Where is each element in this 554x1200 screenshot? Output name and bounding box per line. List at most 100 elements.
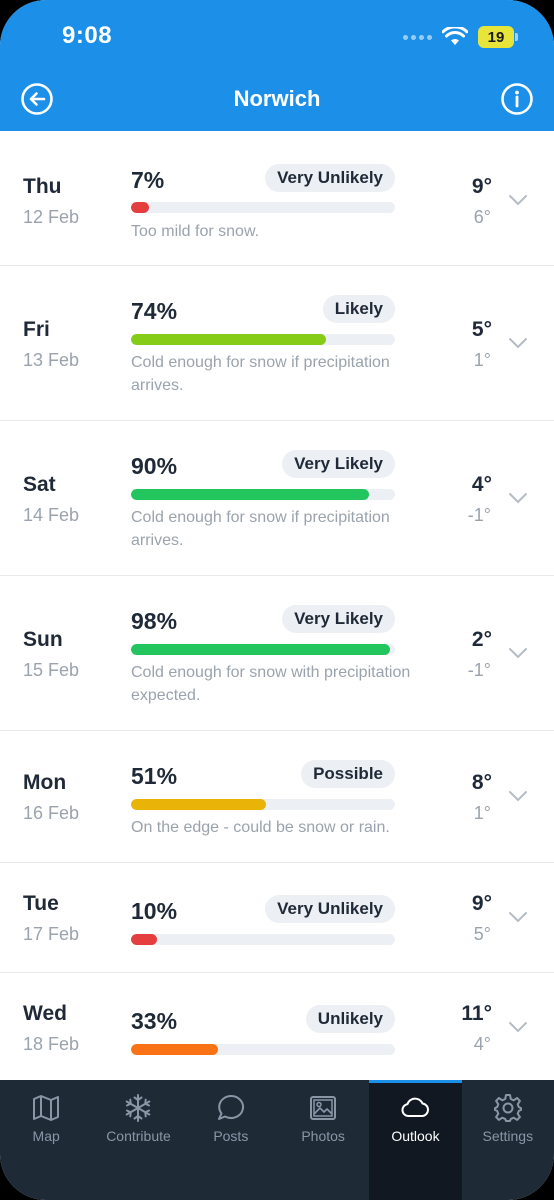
day-date: 18 Feb xyxy=(23,1034,80,1054)
chevron-down-icon[interactable] xyxy=(508,1021,528,1033)
likelihood-badge: Very Likely xyxy=(282,450,395,478)
probability-bar xyxy=(131,489,395,500)
tab-label: Photos xyxy=(301,1128,345,1144)
battery-icon: 19 xyxy=(478,26,518,48)
probability-bar-fill xyxy=(131,644,390,655)
app-header: 9:08 19 Norwich xyxy=(0,0,554,131)
snow-probability: 98% xyxy=(131,608,178,634)
tab-photos[interactable]: Photos xyxy=(277,1080,369,1200)
low-temp: 1° xyxy=(473,803,491,823)
day-name: Mon xyxy=(23,771,67,794)
tab-label: Settings xyxy=(482,1128,534,1144)
probability-bar xyxy=(131,934,395,945)
probability-bar xyxy=(131,202,395,213)
probability-bar-fill xyxy=(131,934,158,945)
chevron-down-icon[interactable] xyxy=(508,790,528,802)
tab-settings[interactable]: Settings xyxy=(462,1080,554,1200)
day-date: 17 Feb xyxy=(23,924,80,944)
chevron-down-icon[interactable] xyxy=(508,337,528,349)
day-row-sat[interactable]: Sat 14 Feb 90% Very Likely Cold enough f… xyxy=(0,421,554,576)
snow-probability: 74% xyxy=(131,298,178,324)
low-temp: -1° xyxy=(467,660,491,680)
snow-description: On the edge - could be snow or rain. xyxy=(131,819,390,836)
day-date: 15 Feb xyxy=(23,660,80,680)
signal-icon xyxy=(403,34,432,40)
probability-bar-fill xyxy=(131,1044,219,1055)
chevron-down-icon[interactable] xyxy=(508,911,528,923)
low-temp: 1° xyxy=(473,350,491,370)
day-name: Fri xyxy=(23,318,50,341)
snow-description: Cold enough for snow if precipitation ar… xyxy=(131,354,390,394)
day-row-wed[interactable]: Wed 18 Feb 33% Unlikely 11° 4° xyxy=(0,973,554,1083)
high-temp: 8° xyxy=(471,771,492,794)
snow-probability: 90% xyxy=(131,453,178,479)
day-name: Sat xyxy=(23,473,56,496)
probability-bar xyxy=(131,334,395,345)
cloud-icon xyxy=(401,1097,430,1117)
low-temp: 6° xyxy=(473,207,491,227)
day-row-tue[interactable]: Tue 17 Feb 10% Very Unlikely 9° 5° xyxy=(0,863,554,973)
info-button[interactable] xyxy=(500,82,534,116)
day-date: 16 Feb xyxy=(23,803,80,823)
chevron-down-icon[interactable] xyxy=(508,194,528,206)
phone-screen: 9:08 19 Norwich Thu 12 Feb 7% Very Unlik… xyxy=(0,0,554,1200)
chevron-down-icon[interactable] xyxy=(508,492,528,504)
probability-bar-fill xyxy=(131,202,150,213)
day-row-thu[interactable]: Thu 12 Feb 7% Very Unlikely Too mild for… xyxy=(0,131,554,266)
day-row-sun[interactable]: Sun 15 Feb 98% Very Likely Cold enough f… xyxy=(0,576,554,731)
high-temp: 11° xyxy=(461,1002,492,1025)
chat-bubble-icon xyxy=(217,1094,244,1120)
day-name: Sun xyxy=(23,628,63,651)
wifi-icon xyxy=(442,27,468,45)
probability-bar-fill xyxy=(131,799,266,810)
probability-bar xyxy=(131,1044,395,1055)
photo-icon xyxy=(310,1096,337,1120)
low-temp: -1° xyxy=(467,505,491,525)
tab-posts[interactable]: Posts xyxy=(185,1080,277,1200)
snow-probability: 7% xyxy=(131,167,165,193)
likelihood-badge: Possible xyxy=(301,760,395,788)
info-circle-icon xyxy=(501,83,533,115)
tab-contribute[interactable]: Contribute xyxy=(92,1080,184,1200)
snow-description: Cold enough for snow if precipitation ar… xyxy=(131,509,390,549)
likelihood-badge: Very Unlikely xyxy=(265,164,395,192)
day-name: Wed xyxy=(23,1002,67,1025)
low-temp: 4° xyxy=(473,1034,491,1054)
high-temp: 9° xyxy=(471,892,492,915)
day-name: Tue xyxy=(23,892,59,915)
snow-description: Too mild for snow. xyxy=(131,223,260,240)
bottom-tab-bar: Map Contribute Posts Photos Outlook Sett… xyxy=(0,1080,554,1200)
snow-probability: 51% xyxy=(131,763,178,789)
snowflake-icon xyxy=(126,1094,151,1122)
day-date: 14 Feb xyxy=(23,505,80,525)
tab-map[interactable]: Map xyxy=(0,1080,92,1200)
gear-icon xyxy=(493,1094,522,1122)
probability-bar-fill xyxy=(131,334,327,345)
status-icons: 19 xyxy=(403,24,518,50)
low-temp: 5° xyxy=(473,924,491,944)
tab-outlook[interactable]: Outlook xyxy=(369,1080,462,1200)
day-row-fri[interactable]: Fri 13 Feb 74% Likely Cold enough for sn… xyxy=(0,266,554,421)
high-temp: 9° xyxy=(471,175,492,198)
high-temp: 4° xyxy=(471,473,492,496)
likelihood-badge: Unlikely xyxy=(305,1005,395,1033)
high-temp: 5° xyxy=(471,318,492,341)
tab-label: Contribute xyxy=(106,1128,171,1144)
tab-label: Outlook xyxy=(391,1128,440,1144)
page-title: Norwich xyxy=(233,86,321,111)
day-date: 12 Feb xyxy=(23,207,80,227)
day-row-mon[interactable]: Mon 16 Feb 51% Possible On the edge - co… xyxy=(0,731,554,863)
high-temp: 2° xyxy=(471,628,492,651)
probability-bar xyxy=(131,799,395,810)
status-time: 9:08 xyxy=(62,22,113,49)
snow-probability: 10% xyxy=(131,898,178,924)
tab-label: Posts xyxy=(213,1128,249,1144)
snow-probability: 33% xyxy=(131,1008,178,1034)
chevron-down-icon[interactable] xyxy=(508,647,528,659)
likelihood-badge: Likely xyxy=(322,295,395,323)
probability-bar-fill xyxy=(131,489,369,500)
likelihood-badge: Very Likely xyxy=(282,605,395,633)
day-date: 13 Feb xyxy=(23,350,80,370)
daily-outlook-list: Thu 12 Feb 7% Very Unlikely Too mild for… xyxy=(0,131,554,1083)
probability-bar xyxy=(131,644,395,655)
